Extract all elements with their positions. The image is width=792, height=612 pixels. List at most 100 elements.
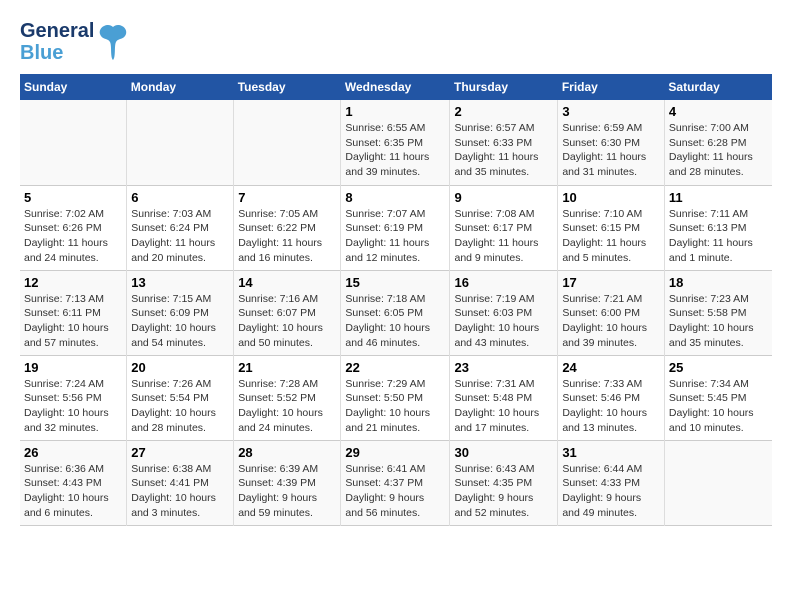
- day-info: Sunrise: 6:59 AM Sunset: 6:30 PM Dayligh…: [562, 121, 660, 180]
- weekday-header: Thursday: [450, 74, 558, 100]
- calendar-week-row: 12 Sunrise: 7:13 AM Sunset: 6:11 PM Dayli…: [20, 270, 772, 355]
- calendar-cell: 17 Sunrise: 7:21 AM Sunset: 6:00 PM Dayli…: [558, 270, 665, 355]
- calendar-header: SundayMondayTuesdayWednesdayThursdayFrid…: [20, 74, 772, 100]
- calendar-cell: 6 Sunrise: 7:03 AM Sunset: 6:24 PM Daylig…: [127, 185, 234, 270]
- day-number: 5: [24, 190, 122, 205]
- calendar-cell: 23Sunrise: 7:31 AM Sunset: 5:48 PM Dayli…: [450, 355, 558, 440]
- page-header: General Blue: [20, 20, 772, 64]
- day-number: 28: [238, 445, 336, 460]
- day-number: 31: [562, 445, 660, 460]
- day-number: 10: [562, 190, 660, 205]
- calendar-cell: 4Sunrise: 7:00 AM Sunset: 6:28 PM Daylig…: [664, 100, 772, 185]
- calendar-week-row: 19 Sunrise: 7:24 AM Sunset: 5:56 PM Dayli…: [20, 355, 772, 440]
- day-info: Sunrise: 6:39 AM Sunset: 4:39 PM Dayligh…: [238, 462, 336, 521]
- calendar-cell: 1 Sunrise: 6:55 AM Sunset: 6:35 PM Daylig…: [341, 100, 450, 185]
- day-info: Sunrise: 6:36 AM Sunset: 4:43 PM Dayligh…: [24, 462, 122, 521]
- weekday-header: Monday: [127, 74, 234, 100]
- calendar-cell: 25Sunrise: 7:34 AM Sunset: 5:45 PM Dayli…: [664, 355, 772, 440]
- day-info: Sunrise: 6:55 AM Sunset: 6:35 PM Dayligh…: [345, 121, 445, 180]
- day-info: Sunrise: 7:33 AM Sunset: 5:46 PM Dayligh…: [562, 377, 660, 436]
- calendar-cell: 14 Sunrise: 7:16 AM Sunset: 6:07 PM Dayli…: [234, 270, 341, 355]
- day-info: Sunrise: 7:05 AM Sunset: 6:22 PM Dayligh…: [238, 207, 336, 266]
- day-info: Sunrise: 7:15 AM Sunset: 6:09 PM Dayligh…: [131, 292, 229, 351]
- day-info: Sunrise: 7:28 AM Sunset: 5:52 PM Dayligh…: [238, 377, 336, 436]
- day-number: 27: [131, 445, 229, 460]
- calendar-cell: 21 Sunrise: 7:28 AM Sunset: 5:52 PM Dayli…: [234, 355, 341, 440]
- day-number: 24: [562, 360, 660, 375]
- calendar-cell: 9 Sunrise: 7:08 AM Sunset: 6:17 PM Daylig…: [450, 185, 558, 270]
- day-info: Sunrise: 7:11 AM Sunset: 6:13 PM Dayligh…: [669, 207, 768, 266]
- calendar-cell: 11 Sunrise: 7:11 AM Sunset: 6:13 PM Dayli…: [664, 185, 772, 270]
- day-number: 4: [669, 104, 768, 119]
- day-info: Sunrise: 7:24 AM Sunset: 5:56 PM Dayligh…: [24, 377, 122, 436]
- logo-general: General: [20, 20, 94, 42]
- calendar-body: 1 Sunrise: 6:55 AM Sunset: 6:35 PM Daylig…: [20, 100, 772, 525]
- calendar-cell: 18 Sunrise: 7:23 AM Sunset: 5:58 PM Dayli…: [664, 270, 772, 355]
- calendar-cell: 19 Sunrise: 7:24 AM Sunset: 5:56 PM Dayli…: [20, 355, 127, 440]
- day-info: Sunrise: 7:02 AM Sunset: 6:26 PM Dayligh…: [24, 207, 122, 266]
- weekday-header-row: SundayMondayTuesdayWednesdayThursdayFrid…: [20, 74, 772, 100]
- day-number: 19: [24, 360, 122, 375]
- day-number: 8: [345, 190, 445, 205]
- calendar-cell: 20 Sunrise: 7:26 AM Sunset: 5:54 PM Dayli…: [127, 355, 234, 440]
- day-info: Sunrise: 7:03 AM Sunset: 6:24 PM Dayligh…: [131, 207, 229, 266]
- day-number: 22: [345, 360, 445, 375]
- calendar-cell: [234, 100, 341, 185]
- day-number: 25: [669, 360, 768, 375]
- day-info: Sunrise: 7:08 AM Sunset: 6:17 PM Dayligh…: [454, 207, 553, 266]
- calendar-cell: [664, 440, 772, 525]
- day-number: 6: [131, 190, 229, 205]
- calendar-cell: 2Sunrise: 6:57 AM Sunset: 6:33 PM Daylig…: [450, 100, 558, 185]
- day-number: 16: [454, 275, 553, 290]
- calendar-cell: 30Sunrise: 6:43 AM Sunset: 4:35 PM Dayli…: [450, 440, 558, 525]
- calendar-cell: 16Sunrise: 7:19 AM Sunset: 6:03 PM Dayli…: [450, 270, 558, 355]
- day-number: 17: [562, 275, 660, 290]
- day-number: 1: [345, 104, 445, 119]
- logo-blue: Blue: [20, 42, 94, 64]
- weekday-header: Friday: [558, 74, 665, 100]
- day-number: 9: [454, 190, 553, 205]
- day-number: 14: [238, 275, 336, 290]
- calendar-week-row: 5 Sunrise: 7:02 AM Sunset: 6:26 PM Daylig…: [20, 185, 772, 270]
- day-info: Sunrise: 7:10 AM Sunset: 6:15 PM Dayligh…: [562, 207, 660, 266]
- day-info: Sunrise: 7:13 AM Sunset: 6:11 PM Dayligh…: [24, 292, 122, 351]
- calendar-cell: 29Sunrise: 6:41 AM Sunset: 4:37 PM Dayli…: [341, 440, 450, 525]
- day-info: Sunrise: 7:07 AM Sunset: 6:19 PM Dayligh…: [345, 207, 445, 266]
- weekday-header: Saturday: [664, 74, 772, 100]
- calendar-cell: 13 Sunrise: 7:15 AM Sunset: 6:09 PM Dayli…: [127, 270, 234, 355]
- calendar-cell: [20, 100, 127, 185]
- day-info: Sunrise: 7:16 AM Sunset: 6:07 PM Dayligh…: [238, 292, 336, 351]
- calendar-cell: 7Sunrise: 7:05 AM Sunset: 6:22 PM Daylig…: [234, 185, 341, 270]
- day-info: Sunrise: 7:31 AM Sunset: 5:48 PM Dayligh…: [454, 377, 553, 436]
- calendar-table: SundayMondayTuesdayWednesdayThursdayFrid…: [20, 74, 772, 526]
- calendar-cell: 27Sunrise: 6:38 AM Sunset: 4:41 PM Dayli…: [127, 440, 234, 525]
- day-number: 21: [238, 360, 336, 375]
- weekday-header: Sunday: [20, 74, 127, 100]
- calendar-cell: 28 Sunrise: 6:39 AM Sunset: 4:39 PM Dayli…: [234, 440, 341, 525]
- day-number: 20: [131, 360, 229, 375]
- day-info: Sunrise: 7:29 AM Sunset: 5:50 PM Dayligh…: [345, 377, 445, 436]
- day-number: 18: [669, 275, 768, 290]
- calendar-week-row: 1 Sunrise: 6:55 AM Sunset: 6:35 PM Daylig…: [20, 100, 772, 185]
- day-number: 13: [131, 275, 229, 290]
- day-info: Sunrise: 7:18 AM Sunset: 6:05 PM Dayligh…: [345, 292, 445, 351]
- calendar-cell: 22 Sunrise: 7:29 AM Sunset: 5:50 PM Dayli…: [341, 355, 450, 440]
- day-number: 12: [24, 275, 122, 290]
- day-number: 11: [669, 190, 768, 205]
- logo-bird-icon: [98, 22, 128, 62]
- day-number: 2: [454, 104, 553, 119]
- calendar-cell: 26 Sunrise: 6:36 AM Sunset: 4:43 PM Dayli…: [20, 440, 127, 525]
- calendar-cell: 5 Sunrise: 7:02 AM Sunset: 6:26 PM Daylig…: [20, 185, 127, 270]
- calendar-cell: 24 Sunrise: 7:33 AM Sunset: 5:46 PM Dayli…: [558, 355, 665, 440]
- day-number: 26: [24, 445, 122, 460]
- day-info: Sunrise: 7:23 AM Sunset: 5:58 PM Dayligh…: [669, 292, 768, 351]
- calendar-week-row: 26 Sunrise: 6:36 AM Sunset: 4:43 PM Dayli…: [20, 440, 772, 525]
- calendar-cell: 3 Sunrise: 6:59 AM Sunset: 6:30 PM Daylig…: [558, 100, 665, 185]
- day-info: Sunrise: 7:26 AM Sunset: 5:54 PM Dayligh…: [131, 377, 229, 436]
- day-info: Sunrise: 6:44 AM Sunset: 4:33 PM Dayligh…: [562, 462, 660, 521]
- day-info: Sunrise: 7:21 AM Sunset: 6:00 PM Dayligh…: [562, 292, 660, 351]
- day-number: 3: [562, 104, 660, 119]
- calendar-cell: 12 Sunrise: 7:13 AM Sunset: 6:11 PM Dayli…: [20, 270, 127, 355]
- day-number: 30: [454, 445, 553, 460]
- day-number: 15: [345, 275, 445, 290]
